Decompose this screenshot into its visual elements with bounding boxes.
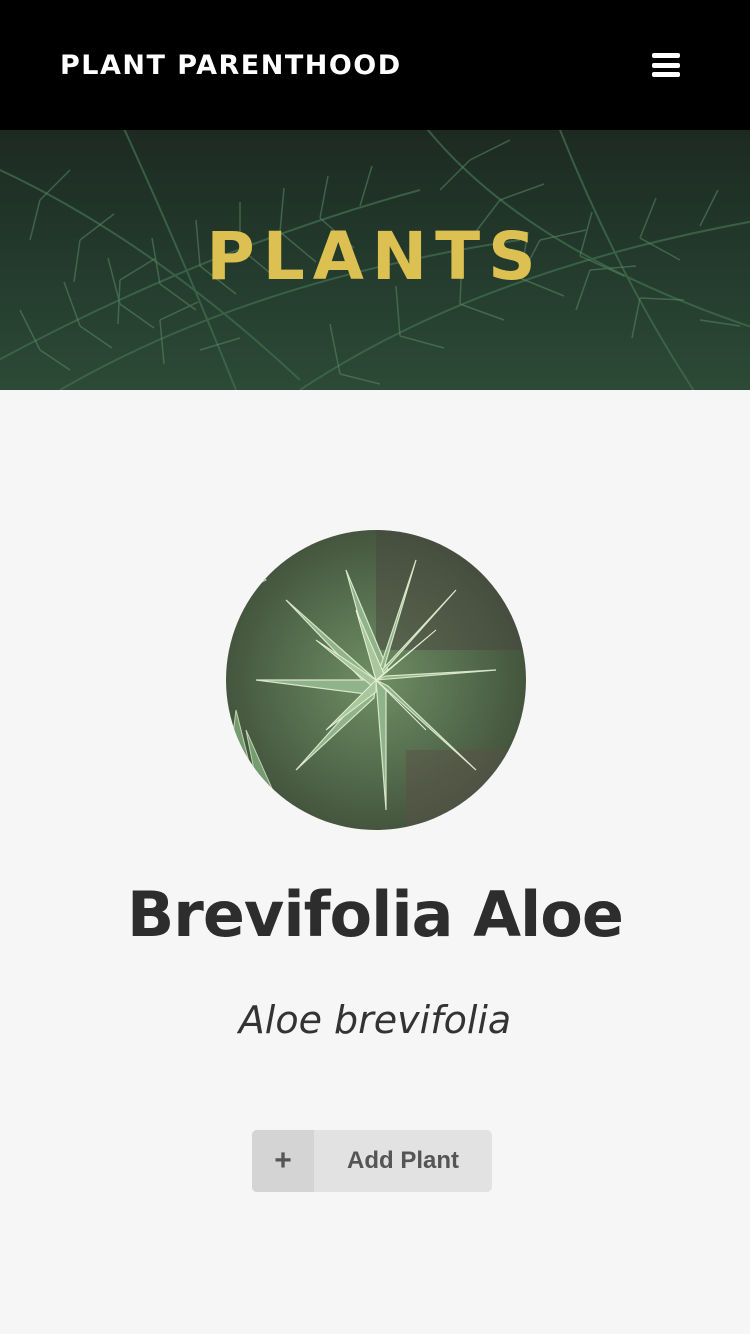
navbar: PLANT PARENTHOOD <box>0 0 750 130</box>
add-plant-button[interactable]: + Add Plant <box>252 1130 492 1192</box>
plant-scientific-name: Aloe brevifolia <box>238 998 512 1042</box>
hero-banner: PLANTS <box>0 130 750 390</box>
plant-photo[interactable] <box>226 530 526 830</box>
plus-icon: + <box>252 1130 314 1192</box>
page-title: PLANTS <box>206 218 544 295</box>
plant-name: Brevifolia Aloe <box>127 878 624 951</box>
hamburger-menu-icon[interactable] <box>652 53 680 77</box>
add-plant-label: Add Plant <box>347 1147 459 1174</box>
brand-logo-text[interactable]: PLANT PARENTHOOD <box>60 50 402 81</box>
aloe-plant-image <box>226 530 526 830</box>
